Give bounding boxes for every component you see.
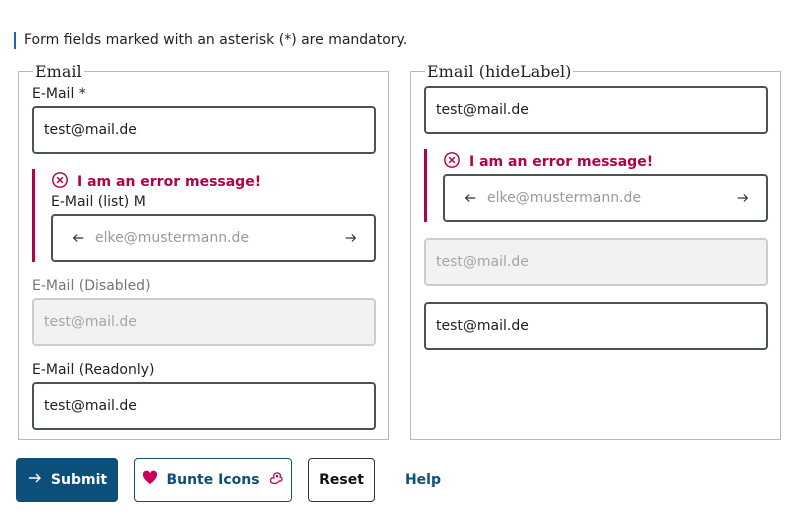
email-disabled-input-hidelabel: test@mail.de [424,238,768,286]
submit-button[interactable]: Submit [16,458,118,502]
email-readonly-input-hidelabel[interactable]: test@mail.de [424,302,768,350]
email-label: E-Mail * [32,86,86,102]
email-list-input[interactable]: elke@mustermann.de [51,214,376,262]
help-button-label: Help [404,472,442,488]
submit-button-label: Submit [50,472,108,488]
email-readonly-input[interactable]: test@mail.de [32,382,376,430]
error-message-hidelabel: I am an error message! [443,151,653,173]
fieldset-legend: Email [35,62,82,81]
arrow-right-icon [27,470,43,490]
email-input-hidelabel-value: test@mail.de [436,102,529,118]
email-input-value: test@mail.de [44,122,137,138]
bunte-icons-button-label: Bunte Icons [166,472,260,488]
arrow-right-icon[interactable] [734,189,752,207]
email-disabled-hidelabel-value: test@mail.de [436,254,529,270]
bunte-icons-button[interactable]: Bunte Icons [134,458,292,502]
heart-icon [142,470,158,490]
arrow-left-icon[interactable] [461,189,479,207]
reset-button[interactable]: Reset [308,458,375,502]
help-button[interactable]: Help [392,458,454,502]
squirrel-icon [268,470,284,490]
error-message: I am an error message! [51,171,261,193]
email-readonly-label: E-Mail (Readonly) [32,362,155,378]
arrow-left-icon[interactable] [69,229,87,247]
email-list-input-hidelabel[interactable]: elke@mustermann.de [443,174,768,222]
error-message-text: I am an error message! [77,174,262,190]
email-list-placeholder: elke@mustermann.de [95,230,250,246]
email-disabled-label: E-Mail (Disabled) [32,278,151,294]
email-readonly-hidelabel-value: test@mail.de [436,318,529,334]
error-circle-icon [443,151,461,173]
email-list-label: E-Mail (list) M [51,194,146,210]
email-list-hidelabel-placeholder: elke@mustermann.de [487,190,642,206]
email-disabled-input: test@mail.de [32,298,376,346]
arrow-right-icon[interactable] [342,229,360,247]
mandatory-hint: Form fields marked with an asterisk (*) … [14,32,407,49]
email-input-hidelabel[interactable]: test@mail.de [424,86,768,134]
reset-button-label: Reset [319,472,364,488]
email-disabled-value: test@mail.de [44,314,137,330]
email-input[interactable]: test@mail.de [32,106,376,154]
email-readonly-value: test@mail.de [44,398,137,414]
error-circle-icon [51,171,69,193]
error-message-hidelabel-text: I am an error message! [469,154,654,170]
fieldset-legend-hidelabel: Email (hideLabel) [427,62,572,81]
